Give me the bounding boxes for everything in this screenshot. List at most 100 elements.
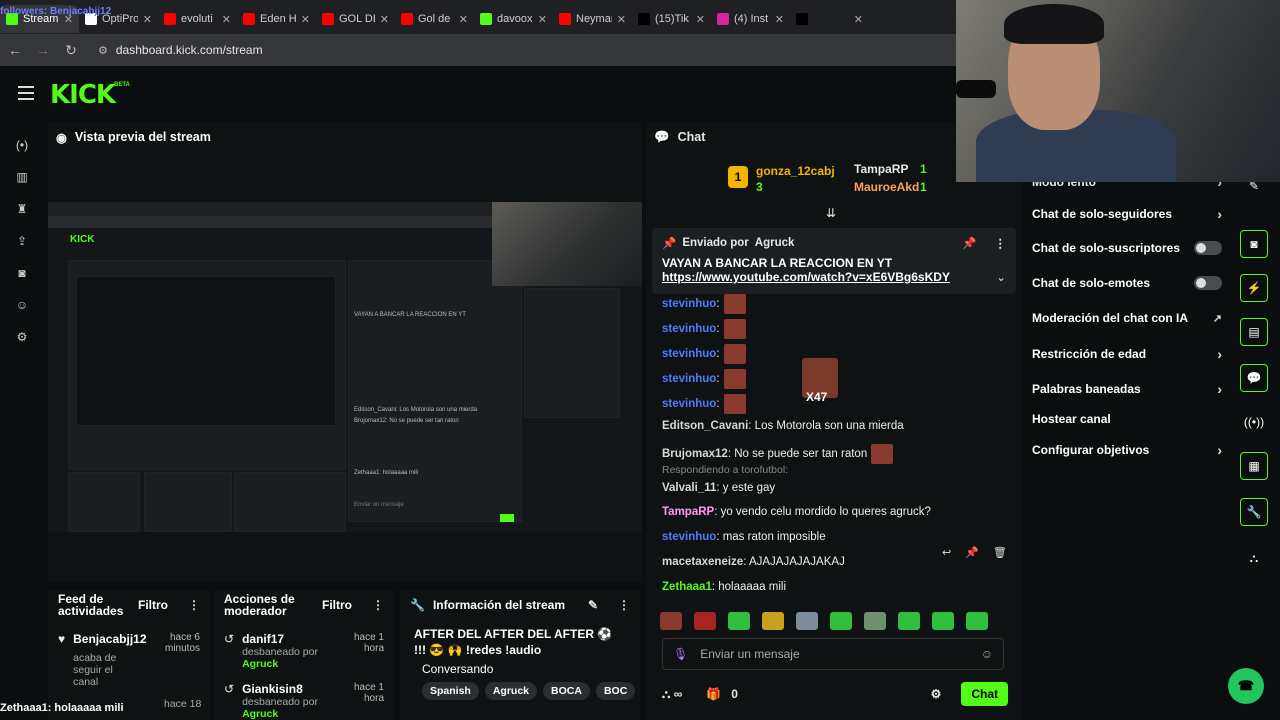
browser-tab[interactable]: evoluti ✕ — [158, 5, 237, 33]
emote[interactable] — [796, 612, 818, 630]
tab-close-icon[interactable]: ✕ — [617, 13, 626, 26]
stream-preview-video[interactable]: KICK VAYAN A BANCAR LA REACCION EN YT Ed… — [48, 202, 642, 532]
analytics-icon[interactable]: ▥ — [15, 170, 29, 184]
browser-tab[interactable]: Gol de ✕ — [395, 5, 474, 33]
settings-item[interactable]: Hostear canal — [1032, 412, 1222, 426]
chat-username[interactable]: stevinhuo — [662, 348, 716, 360]
mod-filter-button[interactable]: Filtro — [322, 598, 352, 612]
settings-item[interactable]: Configurar objetivos › — [1032, 442, 1222, 458]
settings-item[interactable]: Palabras baneadas › — [1032, 381, 1222, 397]
camera-capture-icon[interactable]: ◙ — [1240, 230, 1268, 258]
reply-icon[interactable]: ↩ — [942, 546, 951, 559]
browser-tab[interactable]: Eden H ✕ — [237, 5, 316, 33]
emote[interactable] — [762, 612, 784, 630]
chat-message[interactable]: Respondiendo a torofutbol: Valvali_11: y … — [662, 464, 788, 494]
chat-username[interactable]: Valvali_11 — [662, 482, 716, 494]
chat-username[interactable]: stevinhuo — [662, 323, 716, 335]
pin-message-icon[interactable]: 📌 — [965, 546, 979, 559]
stream-tag[interactable]: BOC — [595, 682, 636, 700]
tab-close-icon[interactable]: ✕ — [538, 13, 547, 26]
menu-icon[interactable] — [18, 86, 34, 104]
chat-message[interactable]: stevinhuo: mas raton imposible — [662, 531, 826, 543]
tab-close-icon[interactable]: ✕ — [696, 13, 705, 26]
chat-message[interactable]: Editson_Cavani: Los Motorola son una mie… — [662, 420, 904, 432]
broadcast-icon[interactable]: (•) — [15, 138, 29, 152]
browser-tab[interactable]: Neymar ✕ — [553, 5, 632, 33]
kick-logo[interactable]: KICK — [50, 80, 116, 110]
chat-message[interactable]: stevinhuo: — [662, 294, 746, 314]
headset-support-icon[interactable]: ☎ — [1228, 668, 1264, 704]
mic-icon[interactable]: 🎙 — [673, 647, 688, 661]
flash-icon[interactable]: ⚡ — [1240, 274, 1268, 302]
forward-icon[interactable]: → — [36, 42, 50, 58]
chat-message[interactable]: stevinhuo: — [662, 394, 746, 414]
chat-username[interactable]: Editson_Cavani — [662, 420, 748, 432]
emote[interactable] — [966, 612, 988, 630]
mod-more-icon[interactable]: ⋮ — [372, 598, 384, 612]
collapse-leaderboard-icon[interactable]: ⇊ — [826, 206, 836, 220]
expand-pinned-icon[interactable]: ⌄ — [996, 270, 1006, 284]
emoji-icon[interactable]: ☺ — [981, 647, 993, 661]
stream-tag[interactable]: Spanish — [422, 682, 479, 700]
chat-settings-icon[interactable]: ⚙ — [931, 687, 942, 701]
tab-close-icon[interactable]: ✕ — [459, 13, 468, 26]
feed-more-icon[interactable]: ⋮ — [188, 598, 200, 612]
gift-icon[interactable]: 🎁 — [706, 687, 721, 701]
leader-top-user[interactable]: gonza_12cabj — [756, 164, 835, 178]
settings-item[interactable]: Moderación del chat con IA ↗ — [1032, 311, 1222, 325]
category-name[interactable]: Conversando — [422, 662, 635, 676]
chat-input[interactable]: 🎙 Enviar un mensaje ☺ — [662, 638, 1004, 670]
chat-username[interactable]: stevinhuo — [662, 298, 716, 310]
toggle-switch[interactable] — [1194, 241, 1222, 255]
mod-by[interactable]: Agruck — [242, 658, 278, 670]
unpin-icon[interactable]: 📌 — [962, 236, 976, 250]
pinned-more-icon[interactable]: ⋮ — [995, 236, 1007, 250]
chat-username[interactable]: TampaRP — [662, 506, 714, 518]
chat-username[interactable]: stevinhuo — [662, 531, 716, 543]
edit-icon[interactable]: ✎ — [588, 598, 598, 612]
chat-username[interactable]: stevinhuo — [662, 373, 716, 385]
browser-tab[interactable]: GOL DE ✕ — [316, 5, 395, 33]
emote[interactable] — [932, 612, 954, 630]
settings-item[interactable]: Restricción de edad › — [1032, 346, 1222, 362]
chat-username[interactable]: macetaxeneize — [662, 556, 743, 568]
chat-popout-icon[interactable]: 💬 — [1240, 364, 1268, 392]
stream-tag[interactable]: BOCA — [543, 682, 590, 700]
layout-icon[interactable]: ▦ — [1240, 452, 1268, 480]
stream-tag[interactable]: Agruck — [484, 682, 538, 700]
feed-user[interactable]: Benjacabjj12 — [73, 632, 146, 646]
chat-username[interactable]: Brujomax12 — [662, 448, 728, 460]
chat-message[interactable]: stevinhuo: — [662, 344, 746, 364]
chat-message[interactable]: Brujomax12: No se puede ser tan raton — [662, 444, 894, 464]
url-field[interactable]: ⚙ dashboard.kick.com/stream — [98, 43, 263, 57]
share-icon[interactable]: ⛬ — [1240, 544, 1268, 572]
chat-username[interactable]: stevinhuo — [662, 398, 716, 410]
leader-second-user[interactable]: TampaRP — [854, 162, 908, 176]
browser-tab[interactable]: davoox ✕ — [474, 5, 553, 33]
reload-icon[interactable]: ↻ — [64, 42, 78, 59]
tab-close-icon[interactable]: ✕ — [222, 13, 231, 26]
site-info-icon[interactable]: ⚙ — [98, 44, 108, 57]
users-infinity-icon[interactable]: ⛬ ∞ — [662, 687, 682, 702]
settings-item[interactable]: Chat de solo-emotes — [1032, 276, 1222, 290]
tab-close-icon[interactable]: ✕ — [301, 13, 310, 26]
browser-tab[interactable]: (15)Tik ✕ — [632, 5, 711, 33]
chat-message[interactable]: Zethaaa1: holaaaaa mili — [662, 581, 786, 593]
tab-close-icon[interactable]: ✕ — [143, 13, 152, 26]
mod-user[interactable]: Giankisin8 — [242, 682, 334, 696]
camera-icon[interactable]: ◙ — [15, 266, 29, 280]
tools-icon[interactable]: 🔧 — [1240, 498, 1268, 526]
tab-close-icon[interactable]: ✕ — [380, 13, 389, 26]
notes-icon[interactable]: ▤ — [1240, 318, 1268, 346]
tab-close-icon[interactable]: ✕ — [854, 13, 863, 26]
users-icon[interactable]: ☺ — [15, 298, 29, 312]
pinned-by-user[interactable]: Agruck — [755, 237, 795, 249]
chat-message[interactable]: TampaRP: yo vendo celu mordido lo queres… — [662, 506, 931, 518]
browser-tab[interactable]: ✕ — [790, 5, 869, 33]
emote[interactable] — [830, 612, 852, 630]
emote[interactable] — [864, 612, 886, 630]
chat-message[interactable]: stevinhuo: — [662, 369, 746, 389]
back-icon[interactable]: ← — [8, 42, 22, 58]
chat-send-button[interactable]: Chat — [961, 682, 1008, 706]
pinned-link[interactable]: https://www.youtube.com/watch?v=xE6VBg6s… — [662, 270, 950, 284]
